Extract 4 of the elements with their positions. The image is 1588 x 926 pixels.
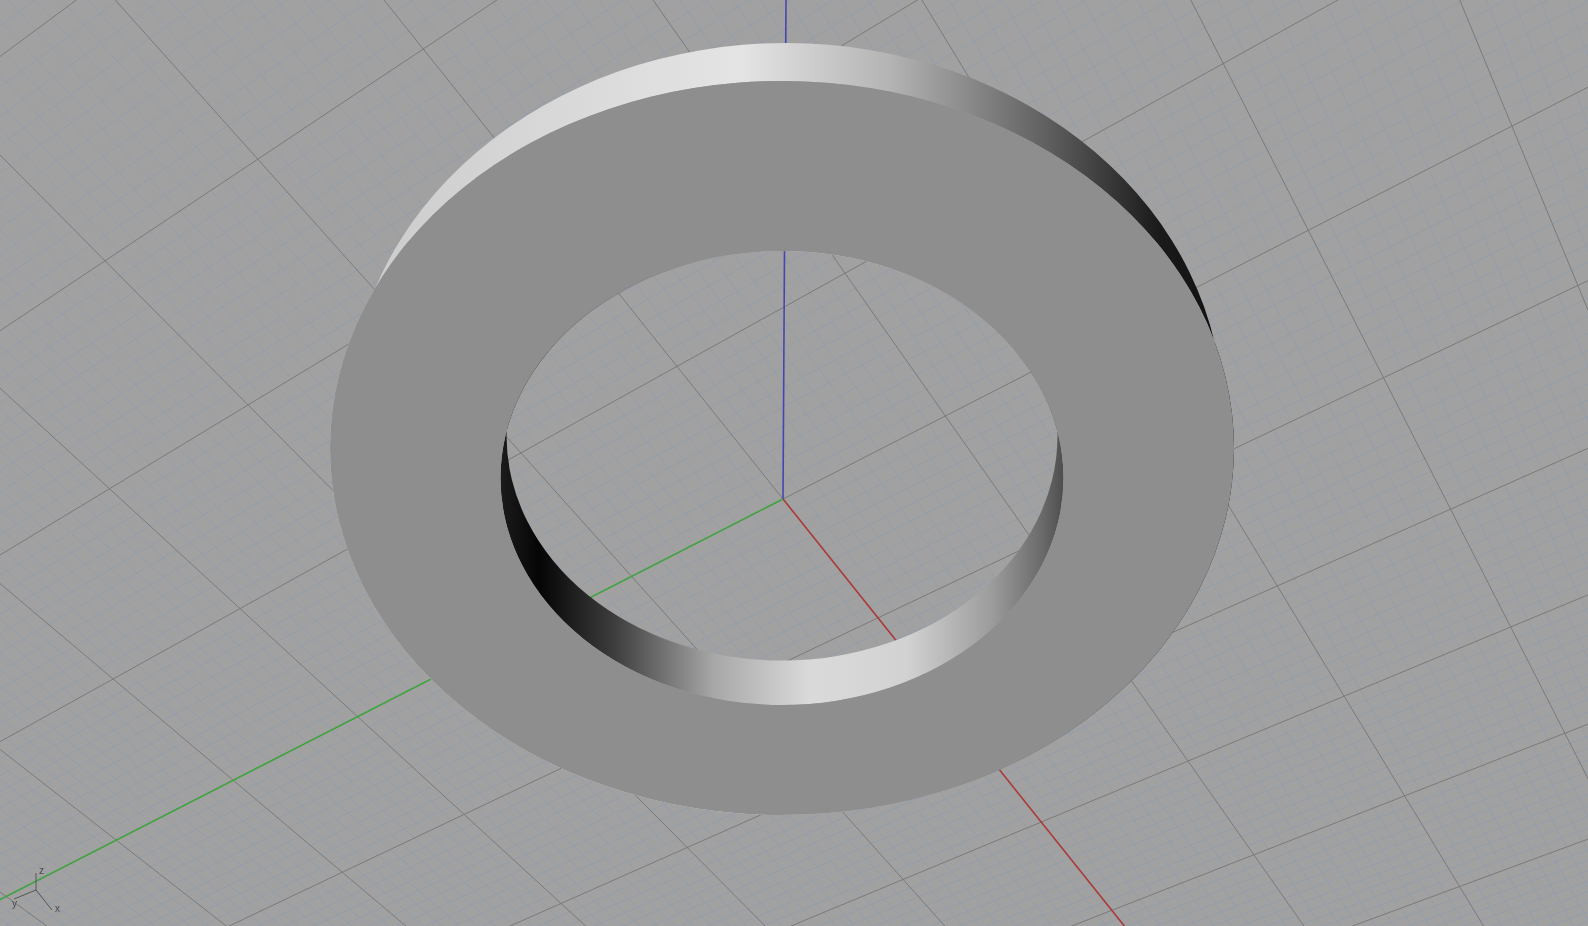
axis-label: z: [39, 865, 44, 876]
axis-label: x: [55, 903, 60, 914]
axis-triad-icon: [13, 872, 53, 911]
axis-label: y: [12, 898, 17, 909]
